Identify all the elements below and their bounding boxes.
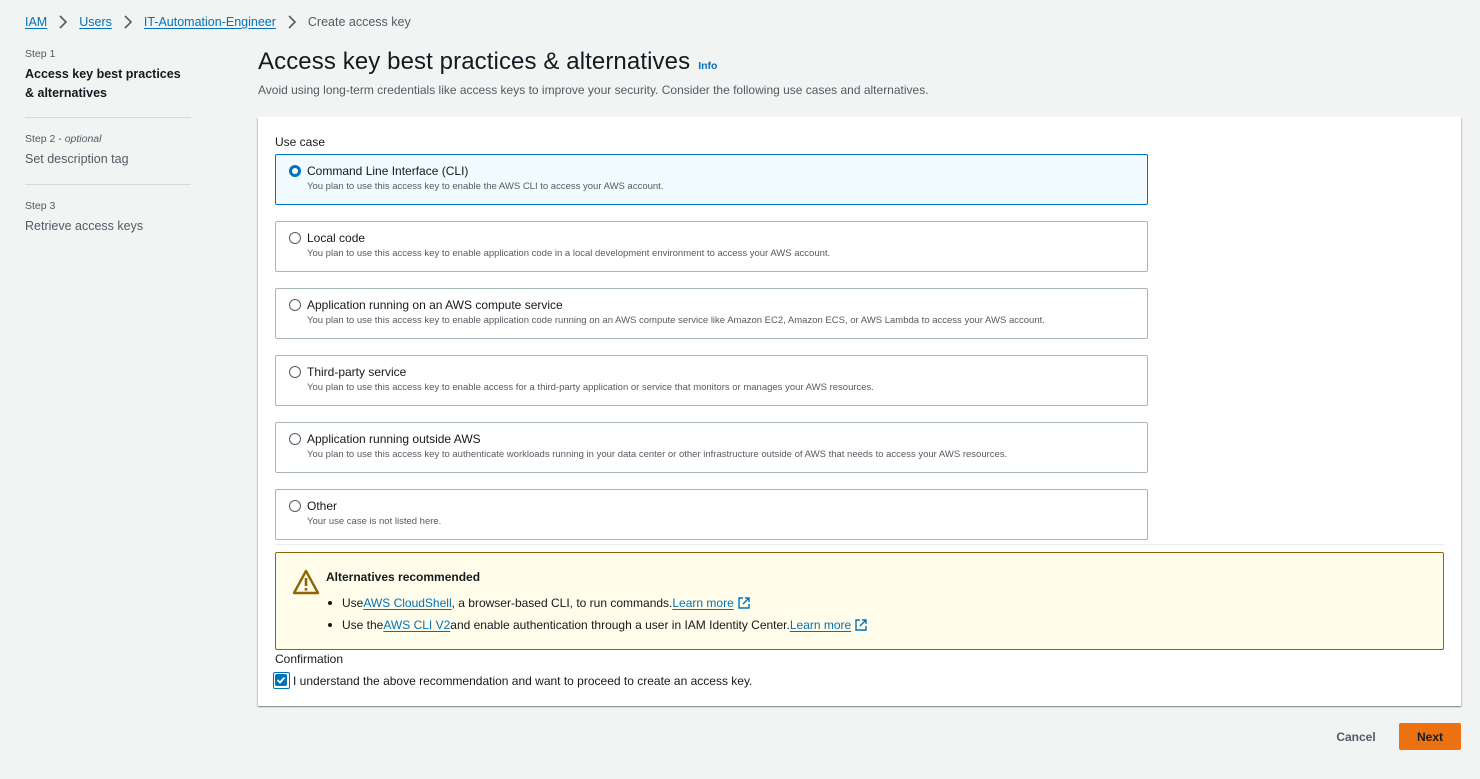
use-case-panel: Use case Command Line Interface (CLI) Yo… xyxy=(258,117,1461,706)
option-description: Your use case is not listed here. xyxy=(307,516,442,527)
page-title: Access key best practices & alternatives xyxy=(258,48,691,75)
breadcrumb-iam-link[interactable]: IAM xyxy=(25,15,47,29)
option-title: Other xyxy=(307,499,338,513)
list-item: Use the AWS CLI V2 and enable authentica… xyxy=(328,614,867,636)
alert-list: Use AWS CloudShell, a browser-based CLI,… xyxy=(328,592,867,636)
confirmation-label: Confirmation xyxy=(275,652,344,666)
aws-cli-v2-link[interactable]: AWS CLI V2 xyxy=(383,618,450,632)
radio-button[interactable] xyxy=(289,299,301,311)
option-title: Application running on an AWS compute se… xyxy=(307,298,563,312)
confirmation-text[interactable]: I understand the above recommendation an… xyxy=(293,674,752,688)
chevron-right-icon xyxy=(288,15,297,29)
alert-title: Alternatives recommended xyxy=(326,570,481,584)
next-button[interactable]: Next xyxy=(1399,723,1461,750)
step-2-number: Step 2 - optional xyxy=(25,133,102,145)
list-item: Use AWS CloudShell, a browser-based CLI,… xyxy=(328,592,867,614)
info-link[interactable]: Info xyxy=(698,60,717,72)
radio-button[interactable] xyxy=(289,500,301,512)
learn-more-link[interactable]: Learn more xyxy=(672,596,733,610)
external-link-icon xyxy=(855,619,867,631)
radio-button[interactable] xyxy=(289,366,301,378)
option-outside-aws[interactable]: Application running outside AWS You plan… xyxy=(275,422,1148,473)
chevron-right-icon xyxy=(124,15,133,29)
step-3: Step 3 Retrieve access keys xyxy=(25,185,191,236)
step-2-title: Set description tag xyxy=(25,152,129,166)
breadcrumb: IAM Users IT-Automation-Engineer Create … xyxy=(25,14,411,30)
use-case-label: Use case xyxy=(275,135,326,149)
warning-icon xyxy=(292,569,320,595)
chevron-right-icon xyxy=(59,15,68,29)
step-2-optional: optional xyxy=(64,133,102,145)
option-title: Application running outside AWS xyxy=(307,432,481,446)
option-description: You plan to use this access key to enabl… xyxy=(307,382,874,393)
alternatives-alert: Alternatives recommended Use AWS CloudSh… xyxy=(275,552,1444,650)
breadcrumb-users-link[interactable]: Users xyxy=(79,15,112,29)
step-1-title: Access key best practices & alternatives xyxy=(25,67,181,100)
wizard-steps: Step 1 Access key best practices & alter… xyxy=(25,48,191,236)
step-3-number: Step 3 xyxy=(25,200,56,212)
breadcrumb-user-link[interactable]: IT-Automation-Engineer xyxy=(144,15,276,29)
cancel-button[interactable]: Cancel xyxy=(1320,724,1392,750)
confirmation-checkbox[interactable] xyxy=(273,672,290,689)
page-heading: Access key best practices & alternatives… xyxy=(258,48,717,76)
option-local-code[interactable]: Local code You plan to use this access k… xyxy=(275,221,1148,272)
external-link-icon xyxy=(738,597,750,609)
option-title: Command Line Interface (CLI) xyxy=(307,164,469,178)
option-description: You plan to use this access key to enabl… xyxy=(307,248,831,259)
radio-button-selected[interactable] xyxy=(289,165,301,177)
learn-more-link[interactable]: Learn more xyxy=(790,618,851,632)
bullet xyxy=(328,601,332,605)
option-title: Local code xyxy=(307,231,366,245)
option-description: You plan to use this access key to enabl… xyxy=(307,315,1045,326)
option-aws-compute[interactable]: Application running on an AWS compute se… xyxy=(275,288,1148,339)
divider xyxy=(275,544,1445,545)
step-1: Step 1 Access key best practices & alter… xyxy=(25,48,191,118)
option-cli[interactable]: Command Line Interface (CLI) You plan to… xyxy=(275,154,1148,205)
page-subtitle: Avoid using long-term credentials like a… xyxy=(258,83,929,97)
bullet xyxy=(328,623,332,627)
step-2: Step 2 - optional Set description tag xyxy=(25,118,191,185)
radio-button[interactable] xyxy=(289,433,301,445)
option-description: You plan to use this access key to enabl… xyxy=(307,181,664,192)
radio-button[interactable] xyxy=(289,232,301,244)
option-title: Third-party service xyxy=(307,365,407,379)
option-other[interactable]: Other Your use case is not listed here. xyxy=(275,489,1148,540)
option-description: You plan to use this access key to authe… xyxy=(307,449,1008,460)
checkbox-checked[interactable] xyxy=(275,674,287,686)
option-third-party[interactable]: Third-party service You plan to use this… xyxy=(275,355,1148,406)
aws-cloudshell-link[interactable]: AWS CloudShell xyxy=(363,596,451,610)
step-3-title: Retrieve access keys xyxy=(25,219,144,233)
breadcrumb-current: Create access key xyxy=(307,15,411,29)
step-1-number: Step 1 xyxy=(25,48,56,60)
checkmark-icon xyxy=(276,676,286,684)
